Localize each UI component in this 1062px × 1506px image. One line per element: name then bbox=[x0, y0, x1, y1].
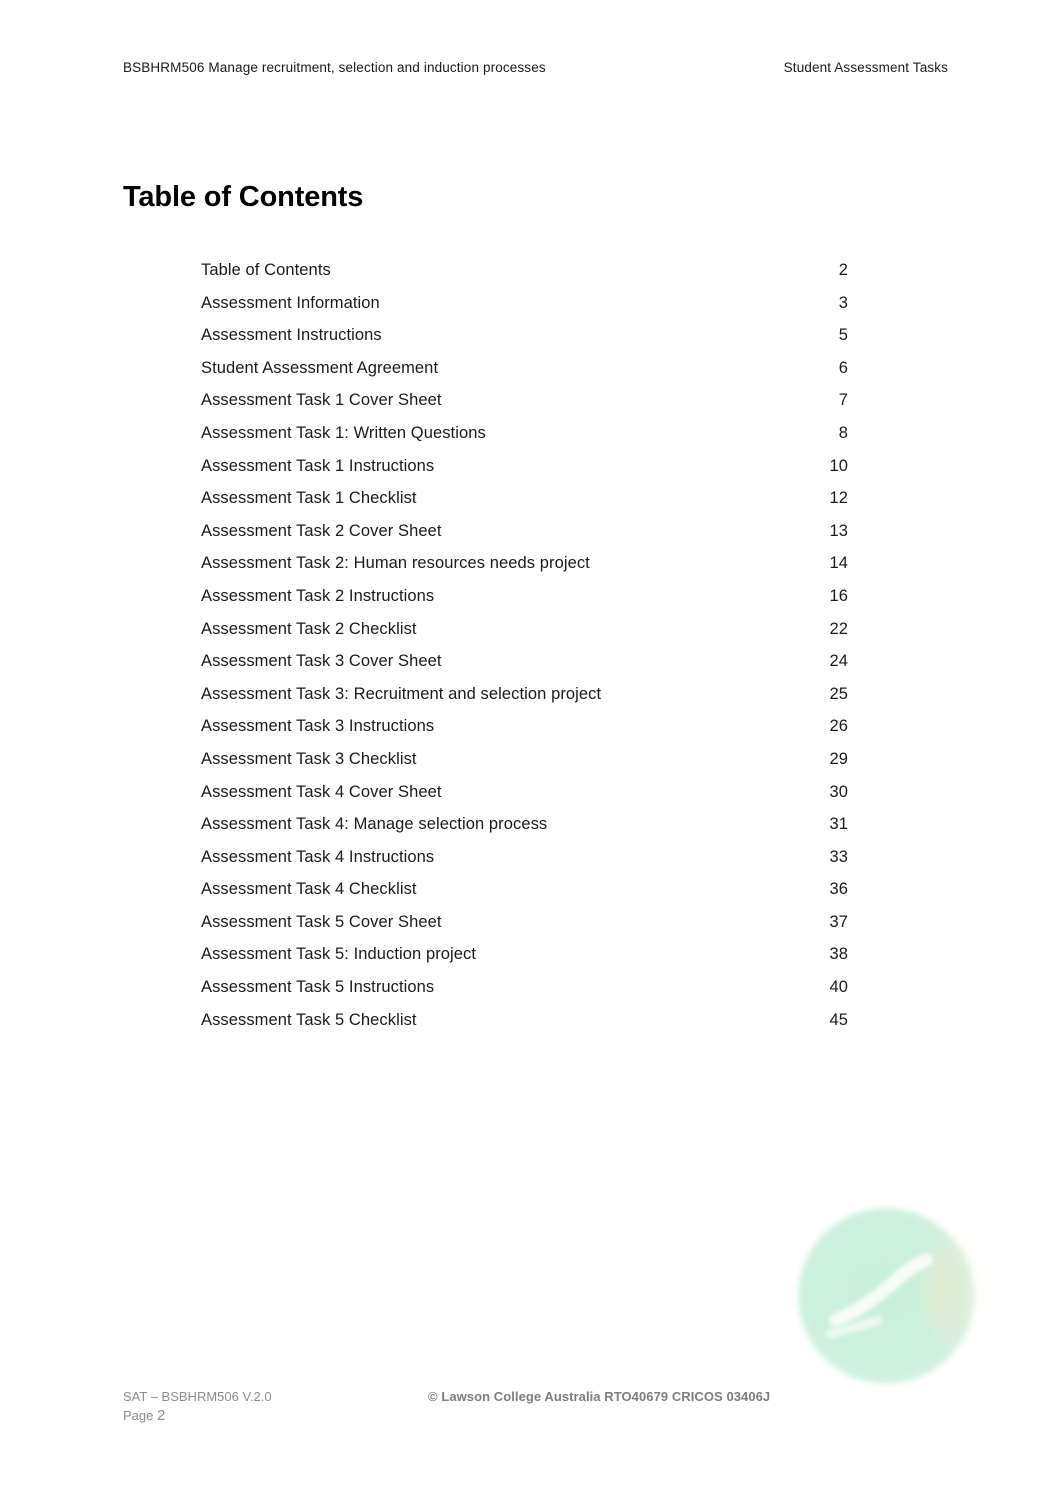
toc-entry-label: Assessment Task 4 Instructions bbox=[201, 847, 435, 866]
toc-entry[interactable]: Assessment Task 5 Checklist 45 bbox=[201, 1011, 848, 1044]
toc-entry-label: Assessment Task 2 Cover Sheet bbox=[201, 521, 442, 540]
document-footer: SAT – BSBHRM506 V.2.0 © Lawson College A… bbox=[123, 1389, 948, 1424]
toc-entry-page-number: 3 bbox=[838, 293, 848, 312]
toc-entry-page-number: 6 bbox=[838, 358, 848, 377]
toc-entry[interactable]: Assessment Task 1 Cover Sheet 7 bbox=[201, 391, 848, 424]
header-unit-title: BSBHRM506 Manage recruitment, selection … bbox=[123, 60, 546, 75]
table-of-contents: Table of Contents 2 Assessment Information… bbox=[201, 261, 848, 1043]
toc-entry[interactable]: Assessment Task 1 Checklist 12 bbox=[201, 489, 848, 522]
watermark-disc bbox=[798, 1208, 974, 1384]
toc-entry[interactable]: Assessment Task 3 Instructions 26 bbox=[201, 717, 848, 750]
toc-entry[interactable]: Assessment Task 3 Checklist 29 bbox=[201, 750, 848, 783]
toc-entry[interactable]: Assessment Task 4 Checklist 36 bbox=[201, 880, 848, 913]
toc-entry-page-number: 22 bbox=[829, 619, 848, 638]
toc-entry-label: Assessment Task 3 Checklist bbox=[201, 749, 417, 768]
toc-entry[interactable]: Assessment Task 2 Instructions 16 bbox=[201, 587, 848, 620]
toc-entry-page-number: 40 bbox=[829, 978, 848, 997]
footer-page-number: 2 bbox=[157, 1407, 166, 1424]
toc-entry[interactable]: Assessment Task 5 Instructions 40 bbox=[201, 978, 848, 1011]
toc-entry-page-number: 25 bbox=[829, 684, 848, 703]
toc-entry[interactable]: Table of Contents 2 bbox=[201, 261, 848, 294]
watermark-swoosh-icon bbox=[825, 1253, 933, 1339]
toc-entry[interactable]: Assessment Instructions 5 bbox=[201, 326, 848, 359]
footer-copyright: © Lawson College Australia RTO40679 CRIC… bbox=[428, 1389, 771, 1404]
toc-entry-page-number: 10 bbox=[829, 456, 848, 475]
toc-entry[interactable]: Assessment Task 5: Induction project 38 bbox=[201, 945, 848, 978]
watermark-glow bbox=[926, 1232, 980, 1350]
footer-top-row: SAT – BSBHRM506 V.2.0 © Lawson College A… bbox=[123, 1389, 948, 1404]
toc-entry[interactable]: Assessment Task 1 Instructions 10 bbox=[201, 457, 848, 490]
toc-entry-page-number: 2 bbox=[838, 261, 848, 279]
toc-entry-page-number: 5 bbox=[838, 326, 848, 345]
toc-entry-label: Table of Contents bbox=[201, 261, 331, 279]
toc-entry-page-number: 8 bbox=[838, 423, 848, 442]
toc-entry-label: Assessment Task 4: Manage selection proc… bbox=[201, 815, 548, 834]
toc-entry-label: Student Assessment Agreement bbox=[201, 358, 439, 377]
toc-entry-label: Assessment Task 1 Instructions bbox=[201, 456, 435, 475]
footer-document-code: SAT – BSBHRM506 V.2.0 bbox=[123, 1389, 272, 1404]
toc-entry-label: Assessment Task 4 Cover Sheet bbox=[201, 782, 442, 801]
toc-entry-page-number: 37 bbox=[829, 912, 848, 931]
toc-entry[interactable]: Assessment Task 4 Instructions 33 bbox=[201, 848, 848, 881]
toc-entry-label: Assessment Task 1 Checklist bbox=[201, 489, 417, 508]
toc-entry-page-number: 29 bbox=[829, 749, 848, 768]
toc-entry-page-number: 30 bbox=[829, 782, 848, 801]
toc-entry-label: Assessment Task 1: Written Questions bbox=[201, 423, 486, 442]
toc-entry[interactable]: Assessment Task 2: Human resources needs… bbox=[201, 554, 848, 587]
header-document-type: Student Assessment Tasks bbox=[783, 60, 948, 75]
toc-entry[interactable]: Assessment Task 3 Cover Sheet 24 bbox=[201, 652, 848, 685]
toc-entry-label: Assessment Task 3 Cover Sheet bbox=[201, 652, 442, 671]
toc-entry[interactable]: Assessment Task 2 Cover Sheet 13 bbox=[201, 522, 848, 555]
toc-entry[interactable]: Assessment Task 2 Checklist 22 bbox=[201, 620, 848, 653]
toc-entry-page-number: 45 bbox=[829, 1010, 848, 1029]
toc-entry[interactable]: Assessment Task 5 Cover Sheet 37 bbox=[201, 913, 848, 946]
toc-entry-page-number: 36 bbox=[829, 880, 848, 899]
toc-entry[interactable]: Assessment Task 1: Written Questions 8 bbox=[201, 424, 848, 457]
page-title: Table of Contents bbox=[123, 181, 364, 214]
toc-entry-page-number: 14 bbox=[829, 554, 848, 573]
toc-entry[interactable]: Assessment Task 3: Recruitment and selec… bbox=[201, 685, 848, 718]
toc-entry-label: Assessment Task 5 Cover Sheet bbox=[201, 912, 442, 931]
toc-entry-label: Assessment Task 2: Human resources needs… bbox=[201, 554, 590, 573]
document-header: BSBHRM506 Manage recruitment, selection … bbox=[123, 60, 948, 75]
toc-entry-label: Assessment Instructions bbox=[201, 326, 382, 345]
toc-entry-label: Assessment Task 5 Instructions bbox=[201, 978, 435, 997]
toc-entry-label: Assessment Task 5: Induction project bbox=[201, 945, 477, 964]
toc-entry-label: Assessment Information bbox=[201, 293, 380, 312]
toc-entry-page-number: 12 bbox=[829, 489, 848, 508]
toc-entry-page-number: 38 bbox=[829, 945, 848, 964]
toc-entry-page-number: 31 bbox=[829, 815, 848, 834]
toc-entry-page-number: 13 bbox=[829, 521, 848, 540]
toc-entry-label: Assessment Task 5 Checklist bbox=[201, 1010, 417, 1029]
toc-entry-page-number: 7 bbox=[838, 391, 848, 410]
toc-entry[interactable]: Assessment Task 4 Cover Sheet 30 bbox=[201, 783, 848, 816]
toc-entry-label: Assessment Task 4 Checklist bbox=[201, 880, 417, 899]
watermark-logo-icon bbox=[798, 1208, 980, 1384]
toc-entry-label: Assessment Task 2 Instructions bbox=[201, 586, 435, 605]
toc-entry-page-number: 24 bbox=[829, 652, 848, 671]
toc-entry-label: Assessment Task 1 Cover Sheet bbox=[201, 391, 442, 410]
toc-entry-label: Assessment Task 2 Checklist bbox=[201, 619, 417, 638]
footer-page-label: Page bbox=[123, 1408, 154, 1423]
toc-entry[interactable]: Student Assessment Agreement 6 bbox=[201, 359, 848, 392]
toc-entry[interactable]: Assessment Task 4: Manage selection proc… bbox=[201, 815, 848, 848]
footer-page-indicator: Page 2 bbox=[123, 1407, 948, 1424]
toc-entry-label: Assessment Task 3 Instructions bbox=[201, 717, 435, 736]
toc-entry[interactable]: Assessment Information 3 bbox=[201, 294, 848, 327]
toc-entry-page-number: 33 bbox=[829, 847, 848, 866]
toc-entry-page-number: 26 bbox=[829, 717, 848, 736]
toc-entry-page-number: 16 bbox=[829, 586, 848, 605]
document-page: BSBHRM506 Manage recruitment, selection … bbox=[0, 0, 1062, 1506]
toc-entry-label: Assessment Task 3: Recruitment and selec… bbox=[201, 684, 602, 703]
